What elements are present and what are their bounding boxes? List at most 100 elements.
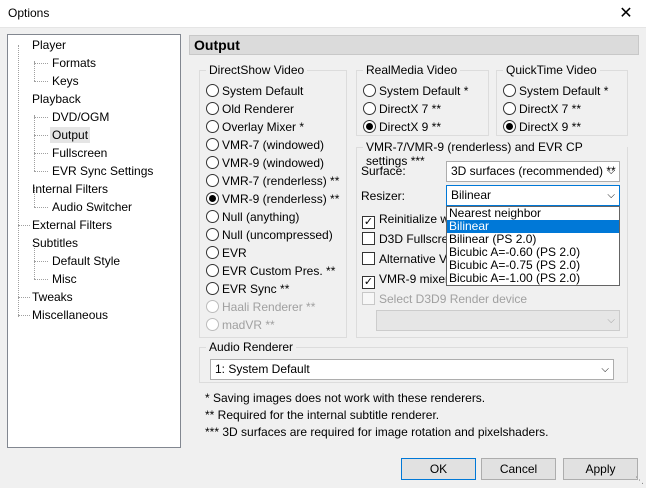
checkbox[interactable] — [362, 232, 375, 245]
radio-label: System Default — [222, 84, 304, 98]
options-tree[interactable]: Player Formats Keys Playback DVD/OGM Out… — [7, 34, 181, 448]
radio-label: EVR Custom Pres. ** — [222, 264, 336, 278]
radio-button[interactable] — [206, 102, 219, 115]
tree-item-miscellaneous[interactable]: Miscellaneous — [30, 307, 110, 323]
radio-label: VMR-9 (windowed) — [222, 156, 325, 170]
radio-button[interactable] — [206, 174, 219, 187]
resizer-select[interactable]: Bilinear ⌵ — [446, 185, 620, 206]
radio-button[interactable] — [206, 228, 219, 241]
radio-button[interactable] — [503, 102, 516, 115]
chevron-down-icon: ⌵ — [607, 315, 615, 326]
rm-option-2[interactable]: DirectX 9 ** — [363, 119, 441, 135]
chevron-down-icon: ⌵ — [607, 190, 615, 201]
apply-button[interactable]: Apply — [563, 458, 638, 480]
tree-item-player[interactable]: Player — [30, 37, 68, 53]
radio-button[interactable] — [206, 120, 219, 133]
radio-label: DirectX 7 ** — [379, 102, 442, 116]
radio-button — [206, 300, 219, 313]
ds-option-11[interactable]: EVR Sync ** — [206, 281, 289, 297]
ds-option-10[interactable]: EVR Custom Pres. ** — [206, 263, 335, 279]
qt-option-2[interactable]: DirectX 9 ** — [503, 119, 581, 135]
tree-item-default-style[interactable]: Default Style — [50, 253, 122, 269]
ds-option-0[interactable]: System Default — [206, 83, 303, 99]
radio-label: VMR-7 (windowed) — [222, 138, 325, 152]
tree-item-external-filters[interactable]: External Filters — [30, 217, 114, 233]
surface-label: Surface: — [361, 164, 406, 178]
tree-item-dvd-ogm[interactable]: DVD/OGM — [50, 109, 111, 125]
radio-button[interactable] — [206, 264, 219, 277]
radio-label: EVR — [222, 246, 247, 260]
title-bar: Options ✕ — [0, 0, 646, 28]
resize-grip-icon[interactable]: ⋱ — [635, 475, 644, 486]
tree-item-misc[interactable]: Misc — [50, 271, 79, 287]
radio-button[interactable] — [206, 156, 219, 169]
radio-button[interactable] — [503, 84, 516, 97]
radio-label: EVR Sync ** — [222, 282, 290, 296]
ds-option-2[interactable]: Overlay Mixer * — [206, 119, 304, 135]
radio-label: DirectX 9 ** — [519, 120, 582, 134]
tree-item-tweaks[interactable]: Tweaks — [30, 289, 75, 305]
checkbox-label: Alternative VS — [379, 252, 456, 266]
radio-button[interactable] — [206, 210, 219, 223]
audio-renderer-select[interactable]: 1: System Default ⌵ — [210, 359, 614, 380]
tree-item-internal-filters[interactable]: Internal Filters — [30, 181, 110, 197]
radio-button[interactable] — [503, 120, 516, 133]
tree-item-keys[interactable]: Keys — [50, 73, 81, 89]
render-device-select: ⌵ — [376, 310, 620, 331]
radio-button[interactable] — [363, 102, 376, 115]
qt-option-1[interactable]: DirectX 7 ** — [503, 101, 581, 117]
checkbox — [362, 292, 375, 305]
radio-label: Null (anything) — [222, 210, 300, 224]
quicktime-video-title: QuickTime Video — [503, 63, 600, 77]
radio-label: DirectX 9 ** — [379, 120, 442, 134]
realmedia-video-group: RealMedia Video System Default * DirectX … — [356, 63, 489, 136]
resizer-option[interactable]: Bicubic A=-1.00 (PS 2.0) — [447, 272, 619, 285]
resizer-label: Resizer: — [361, 189, 406, 203]
checkbox[interactable]: ✓ — [362, 216, 375, 229]
tree-item-formats[interactable]: Formats — [50, 55, 98, 71]
ds-option-5[interactable]: VMR-7 (renderless) ** — [206, 173, 339, 189]
rm-option-1[interactable]: DirectX 7 ** — [363, 101, 441, 117]
vmr-check-4: Select D3D9 Render device — [362, 291, 527, 307]
audio-renderer-value: 1: System Default — [215, 362, 310, 376]
radio-button — [206, 318, 219, 331]
tree-item-audio-switcher[interactable]: Audio Switcher — [50, 199, 134, 215]
tree-item-subtitles[interactable]: Subtitles — [30, 235, 80, 251]
rm-option-0[interactable]: System Default * — [363, 83, 468, 99]
ds-option-8[interactable]: Null (uncompressed) — [206, 227, 333, 243]
ds-option-12: Haali Renderer ** — [206, 299, 315, 315]
ds-option-1[interactable]: Old Renderer — [206, 101, 294, 117]
radio-button[interactable] — [206, 192, 219, 205]
radio-button[interactable] — [206, 282, 219, 295]
resizer-select-value: Bilinear — [451, 188, 492, 202]
vmr-check-2[interactable]: Alternative VS — [362, 251, 455, 267]
chevron-down-icon: ⌵ — [601, 364, 609, 375]
surface-select[interactable]: 3D surfaces (recommended) ** ⌵ — [446, 161, 620, 182]
note-saving-images: * Saving images does not work with these… — [205, 391, 486, 405]
radio-button[interactable] — [206, 246, 219, 259]
ds-option-3[interactable]: VMR-7 (windowed) — [206, 137, 324, 153]
realmedia-video-title: RealMedia Video — [363, 63, 461, 77]
tree-item-playback[interactable]: Playback — [30, 91, 83, 107]
radio-button[interactable] — [363, 120, 376, 133]
checkbox[interactable]: ✓ — [362, 276, 375, 289]
quicktime-video-group: QuickTime Video System Default * DirectX … — [496, 63, 628, 136]
ds-option-6[interactable]: VMR-9 (renderless) ** — [206, 191, 339, 207]
qt-option-0[interactable]: System Default * — [503, 83, 608, 99]
radio-label: System Default * — [379, 84, 469, 98]
cancel-button[interactable]: Cancel — [481, 458, 556, 480]
resizer-dropdown-list[interactable]: Nearest neighbor Bilinear Bilinear (PS 2.0… — [446, 206, 620, 286]
close-icon[interactable]: ✕ — [606, 0, 646, 28]
tree-item-evr-sync[interactable]: EVR Sync Settings — [50, 163, 155, 179]
ds-option-7[interactable]: Null (anything) — [206, 209, 299, 225]
radio-button[interactable] — [363, 84, 376, 97]
tree-item-fullscreen[interactable]: Fullscreen — [50, 145, 109, 161]
radio-button[interactable] — [206, 138, 219, 151]
radio-button[interactable] — [206, 84, 219, 97]
checkbox[interactable] — [362, 252, 375, 265]
ds-option-9[interactable]: EVR — [206, 245, 247, 261]
ds-option-4[interactable]: VMR-9 (windowed) — [206, 155, 324, 171]
ok-button[interactable]: OK — [401, 458, 476, 480]
tree-item-output[interactable]: Output — [50, 127, 91, 143]
vmr-check-1[interactable]: D3D Fullscree — [362, 231, 455, 247]
